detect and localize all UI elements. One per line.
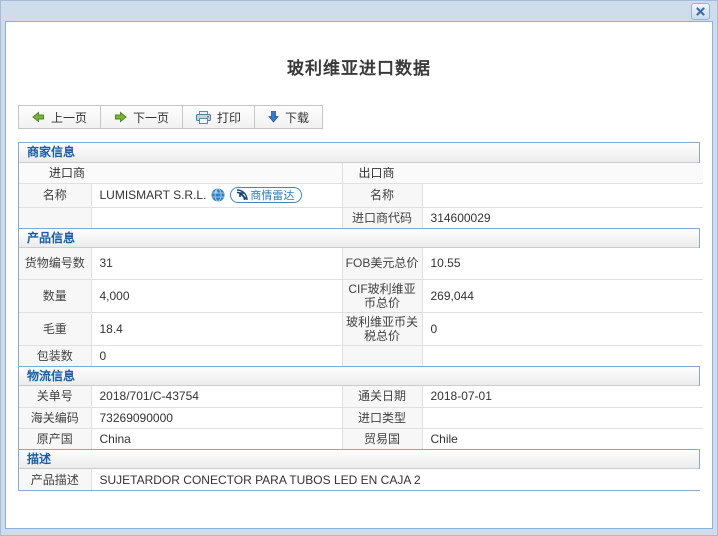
hs-code-value: 73269090000 <box>90 406 343 429</box>
section-merchant: 商家信息 进口商 出口商 名称 LUMISMART S.R.L. 商情雷达 名称… <box>19 143 704 228</box>
table-row: 进口商 出口商 <box>19 163 704 184</box>
product-description-label: 产品描述 <box>19 469 92 490</box>
tariff-bob-label: 玻利维亚币关税总价 <box>341 311 423 346</box>
product-description-value: SUJETARDOR CONECTOR PARA TUBOS LED EN CA… <box>90 469 703 490</box>
section-description-title: 描述 <box>19 449 699 469</box>
clearance-date-value: 2018-07-01 <box>421 386 703 408</box>
fob-usd-label: FOB美元总价 <box>341 248 423 280</box>
printer-icon <box>196 110 212 124</box>
fob-usd-value: 10.55 <box>421 248 703 280</box>
cif-bob-label: CIF玻利维亚币总价 <box>341 278 423 313</box>
tariff-bob-value: 0 <box>421 311 703 346</box>
exporter-subheader: 出口商 <box>358 166 395 181</box>
table-row: 海关编码 73269090000 进口类型 <box>19 406 703 429</box>
print-button[interactable]: 打印 <box>182 105 256 129</box>
importer-name-value: LUMISMART S.R.L. <box>99 188 207 202</box>
item-count-label: 货物编号数 <box>19 248 92 280</box>
table-row: 进口商代码 314600029 <box>19 206 704 228</box>
origin-country-label: 原产国 <box>19 427 92 449</box>
package-count-value: 0 <box>90 344 343 366</box>
section-logistics-title: 物流信息 <box>19 366 699 386</box>
table-row: 名称 LUMISMART S.R.L. 商情雷达 名称 <box>19 182 704 208</box>
table-row: 货物编号数 31 FOB美元总价 10.55 <box>19 248 703 280</box>
table-row: 产品描述 SUJETARDOR CONECTOR PARA TUBOS LED … <box>19 469 703 490</box>
prev-page-label: 上一页 <box>51 110 88 125</box>
table-row: 毛重 18.4 玻利维亚币关税总价 0 <box>19 311 703 346</box>
download-button[interactable]: 下载 <box>254 105 324 129</box>
import-type-label: 进口类型 <box>341 406 423 429</box>
clearance-date-label: 通关日期 <box>341 386 423 408</box>
quantity-value: 4,000 <box>90 278 343 313</box>
trade-country-value: Chile <box>421 427 703 449</box>
hs-code-label: 海关编码 <box>19 406 92 429</box>
exporter-name-label: 名称 <box>341 182 423 208</box>
importer-name-label: 名称 <box>19 182 92 208</box>
close-icon <box>696 7 705 16</box>
trade-country-label: 贸易国 <box>341 427 423 449</box>
table-row: 数量 4,000 CIF玻利维亚币总价 269,044 <box>19 278 703 313</box>
business-radar-label: 商情雷达 <box>250 190 295 202</box>
next-page-button[interactable]: 下一页 <box>100 105 184 129</box>
dialog-window: 玻利维亚进口数据 上一页 下一页 打印 下载 商家信息 进口商 出口商 名称 L… <box>0 0 718 536</box>
arrow-right-green-icon <box>114 111 127 123</box>
exporter-name-value <box>421 182 704 208</box>
page-title: 玻利维亚进口数据 <box>287 59 431 78</box>
data-table: 商家信息 进口商 出口商 名称 LUMISMART S.R.L. 商情雷达 名称… <box>18 142 704 491</box>
gross-weight-value: 18.4 <box>90 311 343 346</box>
origin-country-value: China <box>90 427 343 449</box>
close-button[interactable] <box>691 3 710 20</box>
section-product: 产品信息 货物编号数 31 FOB美元总价 10.55 数量 4,000 CIF… <box>19 228 703 366</box>
importer-code-label: 进口商代码 <box>341 206 423 228</box>
table-row: 包装数 0 <box>19 344 703 366</box>
customs-doc-value: 2018/701/C-43754 <box>90 386 343 408</box>
download-label: 下载 <box>285 110 310 125</box>
product-table: 货物编号数 31 FOB美元总价 10.55 数量 4,000 CIF玻利维亚币… <box>19 248 703 366</box>
table-row: 原产国 China 贸易国 Chile <box>19 427 703 449</box>
section-merchant-title: 商家信息 <box>19 143 699 163</box>
arrow-left-green-icon <box>32 111 45 123</box>
cif-bob-value: 269,044 <box>421 278 703 313</box>
prev-page-button[interactable]: 上一页 <box>18 105 102 129</box>
merchant-table: 进口商 出口商 名称 LUMISMART S.R.L. 商情雷达 名称 进口商代… <box>19 163 704 228</box>
radar-icon <box>236 189 249 201</box>
download-arrow-blue-icon <box>268 111 279 123</box>
quantity-label: 数量 <box>19 278 92 313</box>
toolbar: 上一页 下一页 打印 下载 <box>18 105 712 129</box>
section-description: 描述 产品描述 SUJETARDOR CONECTOR PARA TUBOS L… <box>19 449 703 490</box>
package-count-label: 包装数 <box>19 344 92 366</box>
importer-code-value: 314600029 <box>421 206 704 228</box>
importer-subheader: 进口商 <box>49 166 86 181</box>
dialog-panel: 玻利维亚进口数据 上一页 下一页 打印 下载 商家信息 进口商 出口商 名称 L… <box>5 21 713 529</box>
logistics-table: 关单号 2018/701/C-43754 通关日期 2018-07-01 海关编… <box>19 386 703 449</box>
globe-icon[interactable] <box>211 188 225 202</box>
print-label: 打印 <box>217 110 242 125</box>
description-table: 产品描述 SUJETARDOR CONECTOR PARA TUBOS LED … <box>19 469 703 490</box>
item-count-value: 31 <box>90 248 343 280</box>
section-logistics: 物流信息 关单号 2018/701/C-43754 通关日期 2018-07-0… <box>19 366 703 449</box>
import-type-value <box>421 406 703 429</box>
gross-weight-label: 毛重 <box>19 311 92 346</box>
section-product-title: 产品信息 <box>19 228 699 248</box>
next-page-label: 下一页 <box>133 110 170 125</box>
customs-doc-label: 关单号 <box>19 386 92 408</box>
business-radar-badge[interactable]: 商情雷达 <box>230 187 303 203</box>
table-row: 关单号 2018/701/C-43754 通关日期 2018-07-01 <box>19 386 703 408</box>
